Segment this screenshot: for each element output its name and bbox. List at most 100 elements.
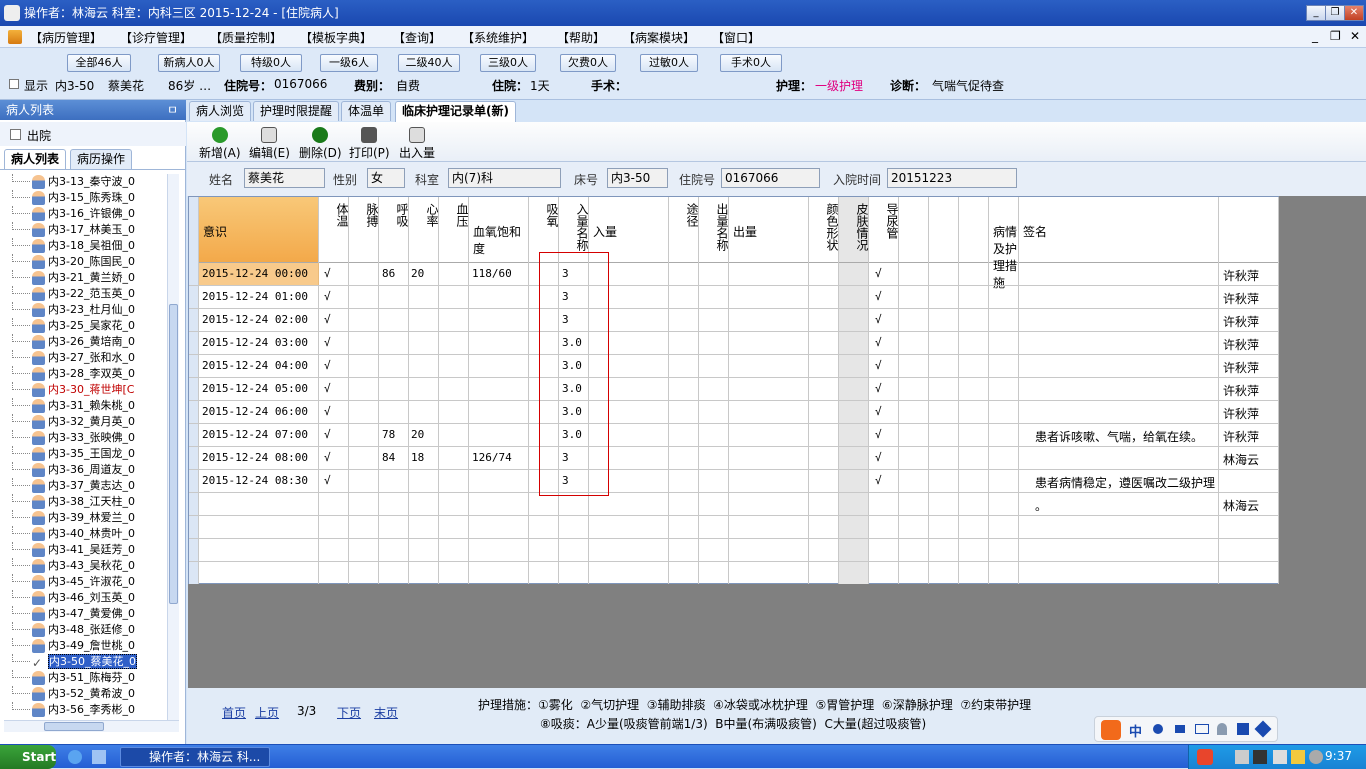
volume-icon[interactable]: [1273, 750, 1287, 764]
menu-diagnosis[interactable]: 【诊疗管理】: [120, 29, 192, 46]
record-row[interactable]: 2015-12-24 01:00 √ 3 √ 许秋萍: [189, 286, 1280, 309]
patient-list-item[interactable]: 内3-22_范玉英_0: [6, 286, 166, 302]
mdi-restore-button[interactable]: ❐: [1330, 29, 1341, 43]
sogou-tray-icon[interactable]: [1197, 749, 1213, 765]
filter-arrears-button[interactable]: 欠费0人: [560, 54, 616, 72]
patient-list-item[interactable]: 内3-38_江天柱_0: [6, 494, 166, 510]
patient-list-item[interactable]: 内3-49_詹世桃_0: [6, 638, 166, 654]
tab-record-ops[interactable]: 病历操作: [70, 149, 133, 169]
dept-field[interactable]: 内(7)科: [448, 168, 561, 188]
signature-cell[interactable]: 许秋萍: [1223, 382, 1259, 399]
skin-icon[interactable]: [1237, 723, 1249, 735]
conscious-cell[interactable]: √: [324, 290, 331, 303]
maximize-button[interactable]: ❐: [1325, 5, 1345, 21]
prev-page-link[interactable]: 上页: [255, 704, 279, 721]
conscious-cell[interactable]: √: [324, 428, 331, 441]
conscious-cell[interactable]: √: [324, 451, 331, 464]
patient-list-item[interactable]: 内3-17_林美玉_0: [6, 222, 166, 238]
filter-level3-button[interactable]: 三级0人: [480, 54, 536, 72]
patient-list-item[interactable]: 内3-32_黄月英_0: [6, 414, 166, 430]
blank-column-2-header[interactable]: [959, 197, 988, 263]
skin-cell[interactable]: √: [875, 451, 882, 464]
resp-cell[interactable]: 20: [411, 428, 424, 441]
signature-column-header[interactable]: [1219, 197, 1278, 263]
pulse-cell[interactable]: 86: [382, 267, 395, 280]
patient-list-item[interactable]: 内3-48_张廷修_0: [6, 622, 166, 638]
time-cell[interactable]: 2015-12-24 02:00: [202, 313, 308, 326]
patient-list-item[interactable]: 内3-16_许银佛_0: [6, 206, 166, 222]
filter-level1-button[interactable]: 一级6人: [320, 54, 378, 72]
record-row[interactable]: 2015-12-24 07:00 √ 78 20 3.0 √ 患者诉咳嗽、气喘，给氧在续。许…: [189, 424, 1280, 447]
bed-field[interactable]: 内3-50: [607, 168, 668, 188]
pulse-cell[interactable]: 84: [382, 451, 395, 464]
conscious-cell[interactable]: √: [324, 474, 331, 487]
menu-medical-record[interactable]: 【病历管理】: [30, 29, 102, 46]
record-row[interactable]: 2015-12-24 02:00 √ 3 √ 许秋萍: [189, 309, 1280, 332]
skin-cell[interactable]: √: [875, 405, 882, 418]
skin-cell[interactable]: √: [875, 359, 882, 372]
menu-system[interactable]: 【系统维护】: [462, 29, 534, 46]
menu-quality[interactable]: 【质量控制】: [210, 29, 282, 46]
tab-temperature-chart[interactable]: 体温单: [341, 101, 392, 121]
desktop-icon[interactable]: [92, 750, 106, 764]
patient-list-item[interactable]: 内3-28_李双英_0: [6, 366, 166, 382]
output-column-header[interactable]: 颜色形状: [809, 197, 839, 263]
signature-cell[interactable]: 林海云: [1223, 497, 1259, 514]
patient-list-item[interactable]: 内3-26_黄培南_0: [6, 334, 166, 350]
menu-help[interactable]: 【帮助】: [557, 29, 605, 46]
signature-cell[interactable]: 许秋萍: [1223, 428, 1259, 445]
skin-cell[interactable]: √: [875, 474, 882, 487]
record-row[interactable]: 。 林海云: [189, 493, 1280, 516]
horizontal-scrollbar[interactable]: [4, 720, 179, 732]
admit-date-field[interactable]: 20151223: [887, 168, 1017, 188]
patient-list-item[interactable]: 内3-13_秦守波_0: [6, 174, 166, 190]
network-icon[interactable]: [1235, 750, 1249, 764]
patient-list-item[interactable]: 内3-56_李秀彬_0: [6, 702, 166, 718]
update-icon[interactable]: [1309, 750, 1323, 764]
conscious-cell[interactable]: √: [324, 336, 331, 349]
tab-patient-list[interactable]: 病人列表: [4, 149, 67, 169]
conscious-cell[interactable]: √: [324, 382, 331, 395]
time-cell[interactable]: 2015-12-24 08:00: [202, 451, 308, 464]
patient-list-item[interactable]: 内3-25_吴家花_0: [6, 318, 166, 334]
note-cell[interactable]: 患者病情稳定，遵医嘱改二级护理: [1035, 474, 1215, 491]
patient-list-item[interactable]: ✓ 内3-50_蔡美花_0: [6, 654, 166, 670]
conscious-cell[interactable]: √: [324, 313, 331, 326]
ie-icon[interactable]: [68, 750, 82, 764]
patient-list-item[interactable]: 内3-43_吴秋花_0: [6, 558, 166, 574]
patient-list-item[interactable]: 内3-51_陈梅芬_0: [6, 670, 166, 686]
patient-list-item[interactable]: 内3-23_杜月仙_0: [6, 302, 166, 318]
note-column-header[interactable]: 签名: [1019, 197, 1218, 263]
patient-list-item[interactable]: 内3-45_许淑花_0: [6, 574, 166, 590]
filter-all-button[interactable]: 全部46人: [67, 54, 131, 72]
patient-list-item[interactable]: 内3-36_周道友_0: [6, 462, 166, 478]
menu-query[interactable]: 【查询】: [393, 29, 441, 46]
monitor-icon[interactable]: [1253, 750, 1267, 764]
scroll-thumb[interactable]: [169, 304, 178, 604]
name-field[interactable]: 蔡美花: [244, 168, 325, 188]
patient-list-item[interactable]: 内3-15_陈秀珠_0: [6, 190, 166, 206]
output-name-column-header[interactable]: 出量: [729, 197, 808, 263]
signature-cell[interactable]: 许秋萍: [1223, 313, 1259, 330]
heartrate-column-header[interactable]: 血压: [439, 197, 469, 263]
patient-list-item[interactable]: 内3-35_王国龙_0: [6, 446, 166, 462]
next-page-link[interactable]: 下页: [337, 704, 361, 721]
pin-icon[interactable]: ㅁ: [167, 100, 178, 120]
menu-case[interactable]: 【病案模块】: [623, 29, 695, 46]
moon-icon[interactable]: [1153, 724, 1163, 734]
color-shape-column-header[interactable]: 皮肤情况: [839, 197, 869, 263]
signature-cell[interactable]: 许秋萍: [1223, 405, 1259, 422]
filter-surgery-button[interactable]: 手术0人: [720, 54, 782, 72]
start-button[interactable]: Start: [0, 745, 56, 769]
record-row[interactable]: [189, 562, 1280, 585]
intake-output-button[interactable]: 出入量: [399, 127, 435, 161]
tab-nursing-record[interactable]: 临床护理记录单(新): [395, 101, 516, 123]
patient-list-item[interactable]: 内3-21_黄兰娇_0: [6, 270, 166, 286]
record-row[interactable]: 2015-12-24 04:00 √ 3.0 √ 许秋萍: [189, 355, 1280, 378]
skin-cell[interactable]: √: [875, 313, 882, 326]
close-button[interactable]: ✕: [1344, 5, 1364, 21]
discharged-checkbox[interactable]: [10, 129, 21, 140]
temp-column-header[interactable]: 脉搏: [349, 197, 379, 263]
patient-list-item[interactable]: 内3-18_吴祖佃_0: [6, 238, 166, 254]
time-cell[interactable]: 2015-12-24 00:00: [202, 267, 308, 280]
